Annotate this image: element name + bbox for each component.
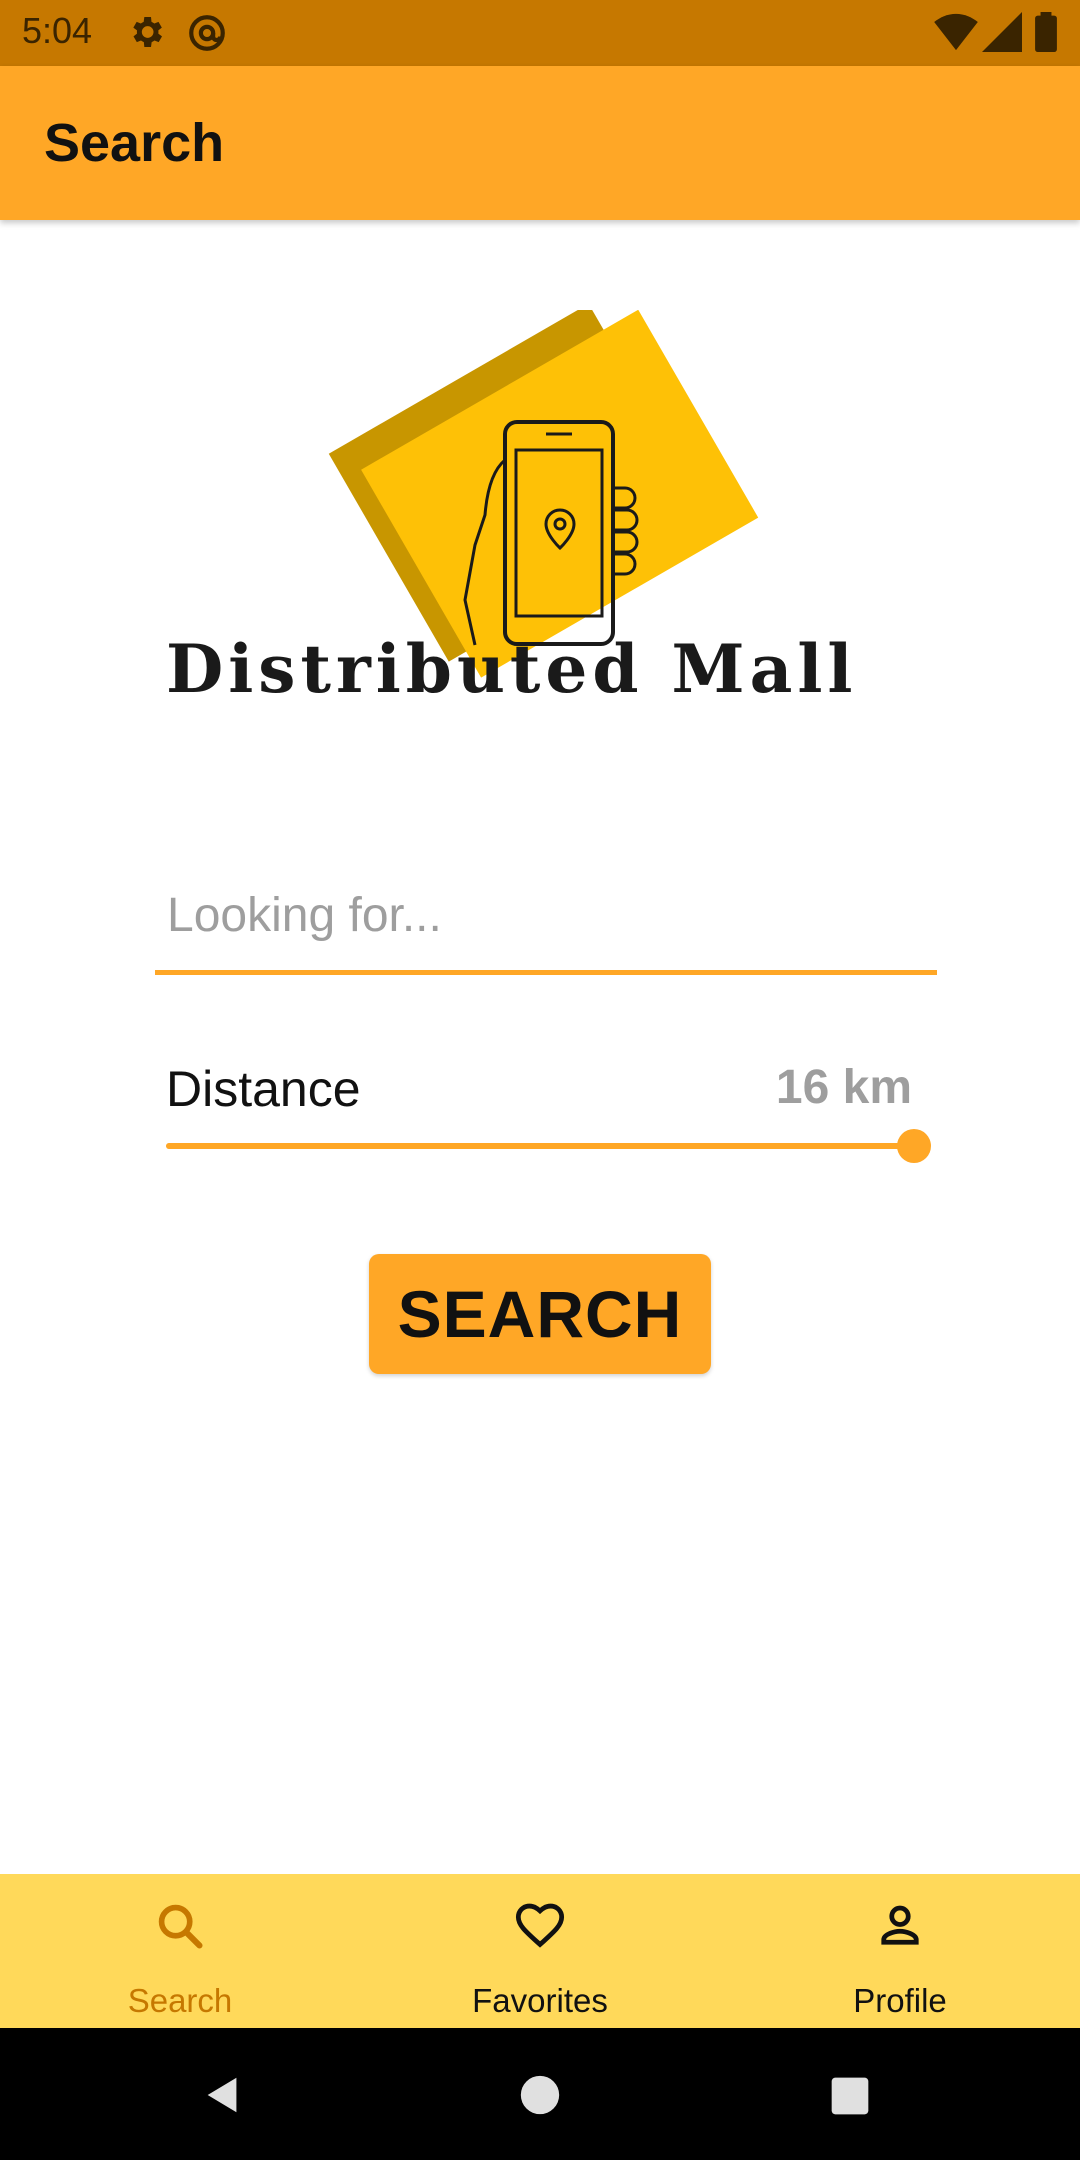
status-time: 5:04	[22, 10, 93, 51]
nav-label-favorites: Favorites	[472, 1982, 608, 2019]
gear-icon	[126, 12, 166, 57]
logo-text: Distributed Mall	[166, 630, 858, 708]
nav-label-search: Search	[127, 1982, 233, 2019]
distance-slider[interactable]	[166, 1129, 931, 1163]
nav-item-favorites[interactable]: Favorites	[360, 1874, 720, 2028]
recents-icon[interactable]	[828, 2074, 872, 2123]
search-button[interactable]: SEARCH	[369, 1254, 711, 1374]
signal-icon	[982, 12, 1022, 57]
back-icon[interactable]	[200, 2072, 246, 2123]
nav-item-search[interactable]: Search	[0, 1874, 360, 2028]
slider-fill	[166, 1143, 914, 1149]
battery-icon	[1034, 12, 1058, 57]
status-bar: 5:04	[0, 0, 1080, 66]
nav-item-profile[interactable]: Profile	[720, 1874, 1080, 2028]
app-bar: Search	[0, 66, 1080, 220]
home-icon[interactable]	[517, 2072, 563, 2123]
distributed-mall-logo: Distributed Mall	[160, 303, 920, 730]
system-navigation-bar	[0, 2028, 1080, 2160]
slider-thumb[interactable]	[897, 1129, 931, 1163]
wifi-icon	[934, 12, 978, 57]
at-sign-icon	[186, 12, 228, 59]
page-title: Search	[44, 113, 225, 173]
nav-label-profile: Profile	[853, 1982, 947, 2019]
distance-value: 16 km	[775, 1061, 912, 1114]
distance-label: Distance	[166, 1061, 361, 1117]
search-input[interactable]	[155, 860, 937, 975]
bottom-navigation: Search Favorites Profile	[0, 1874, 1080, 2028]
